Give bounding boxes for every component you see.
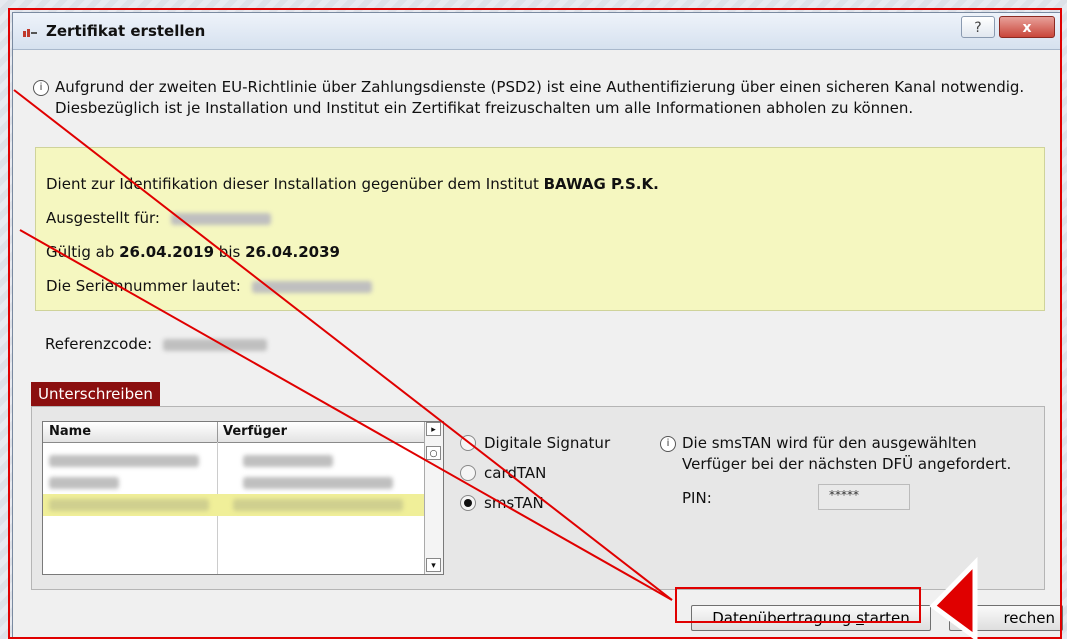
identification-line: Dient zur Identifikation dieser Installa… xyxy=(46,175,659,193)
title-bar: Zertifikat erstellen ? x xyxy=(13,13,1061,50)
scroll-down-button[interactable]: ▾ xyxy=(426,558,441,572)
smstan-info: i Die smsTAN wird für den ausgewählten V… xyxy=(660,433,1040,473)
serial-value-redacted xyxy=(251,280,372,293)
info-text: Aufgrund der zweiten EU-Richtlinie über … xyxy=(55,78,1025,117)
issued-for-line: Ausgestellt für: xyxy=(46,208,271,228)
signature-method-group: Digitale Signatur cardTAN smsTAN xyxy=(460,433,610,523)
certificate-details: Dient zur Identifikation dieser Installa… xyxy=(35,147,1045,311)
start-transfer-button[interactable]: Datenübertragung starten xyxy=(691,605,931,631)
radio-cardtan[interactable]: cardTAN xyxy=(460,463,610,493)
column-name[interactable]: Name xyxy=(49,424,91,439)
radio-smstan[interactable]: smsTAN xyxy=(460,493,610,523)
radio-circle-selected[interactable] xyxy=(460,495,476,511)
cancel-button[interactable]: rechen xyxy=(949,605,1063,631)
institute-name: BAWAG P.S.K. xyxy=(543,175,659,193)
info-message: i Aufgrund der zweiten EU-Richtlinie übe… xyxy=(33,77,1043,117)
validity-line: Gültig ab 26.04.2019 bis 26.04.2039 xyxy=(46,243,340,261)
table-row-selected[interactable] xyxy=(43,494,425,516)
table-row[interactable] xyxy=(43,472,425,494)
certificate-dialog: Zertifikat erstellen ? x i Aufgrund der … xyxy=(12,12,1063,638)
sign-panel: Name Verfüger ▸ ○ ▾ Digitale Signatur ca… xyxy=(31,406,1045,590)
column-verfueger[interactable]: Verfüger xyxy=(223,424,287,439)
radio-circle[interactable] xyxy=(460,435,476,451)
help-button[interactable]: ? xyxy=(961,16,995,38)
column-chooser-icon[interactable]: ○ xyxy=(426,446,441,460)
pin-input[interactable]: ***** xyxy=(818,484,910,510)
sign-section-header: Unterschreiben xyxy=(31,382,160,406)
signer-table[interactable]: Name Verfüger ▸ ○ ▾ xyxy=(42,421,444,575)
app-logo-icon xyxy=(23,29,37,37)
table-scrollbar[interactable]: ▸ ○ ▾ xyxy=(424,422,443,574)
serial-line: Die Seriennummer lautet: xyxy=(46,276,372,296)
info-icon: i xyxy=(33,80,49,96)
reference-value-redacted xyxy=(162,338,267,351)
scroll-up-button[interactable]: ▸ xyxy=(426,422,441,436)
pin-label: PIN: xyxy=(682,489,712,507)
signer-table-header: Name Verfüger xyxy=(43,422,425,443)
dialog-title: Zertifikat erstellen xyxy=(46,22,206,40)
radio-digitale-signatur[interactable]: Digitale Signatur xyxy=(460,433,610,463)
close-button[interactable]: x xyxy=(999,16,1055,38)
issued-for-value-redacted xyxy=(170,212,271,225)
reference-line: Referenzcode: xyxy=(45,335,267,353)
table-row[interactable] xyxy=(43,450,425,472)
smstan-info-text: Die smsTAN wird für den ausgewählten Ver… xyxy=(682,434,1012,473)
info-icon: i xyxy=(660,436,676,452)
radio-circle[interactable] xyxy=(460,465,476,481)
